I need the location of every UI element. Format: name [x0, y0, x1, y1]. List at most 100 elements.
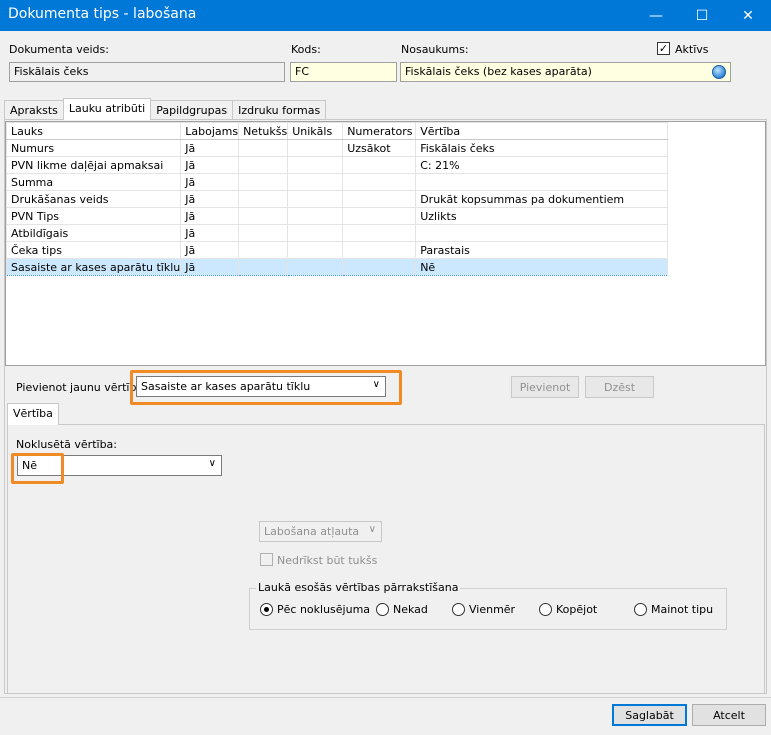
cell — [238, 156, 289, 174]
overwrite-group-title: Laukā esošās vērtības pārrakstīšana — [256, 581, 461, 594]
cell — [342, 190, 417, 208]
minimize-icon[interactable]: — — [633, 0, 679, 31]
cell — [238, 173, 289, 191]
cell: Uzsākot — [342, 139, 417, 157]
cell: Drukāšanas veids — [6, 190, 182, 208]
table-row[interactable]: Čeka tips Jā Parastais — [6, 241, 669, 259]
name-label: Nosaukums: — [401, 43, 469, 56]
main-tabs: Apraksts Lauku atribūti Papildgrupas Izd… — [4, 98, 327, 120]
code-label: Kods: — [291, 43, 321, 56]
radio-label: Kopējot — [556, 603, 598, 616]
cell — [238, 207, 289, 225]
cell: Jā — [180, 156, 240, 174]
chevron-down-icon: ∨ — [208, 458, 216, 469]
grid-header-row: Lauks Labojams Netukšs Unikāls Numerator… — [6, 122, 669, 140]
col-labojams[interactable]: Labojams — [180, 122, 240, 140]
table-row[interactable]: PVN Tips Jā Uzlikts — [6, 207, 669, 225]
radio-mainot-tipu[interactable] — [634, 603, 647, 616]
cell: Uzlikts — [415, 207, 669, 225]
cell: Fiskālais čeks — [415, 139, 669, 157]
not-empty-label: Nedrīkst būt tukšs — [277, 554, 378, 567]
name-field[interactable]: Fiskālais čeks (bez kases aparāta) — [400, 62, 731, 82]
cell: Jā — [180, 224, 240, 242]
radio-kopejot[interactable] — [539, 603, 552, 616]
table-row[interactable]: Summa Jā — [6, 173, 669, 191]
cell — [238, 139, 289, 157]
save-button[interactable]: Saglabāt — [612, 704, 687, 726]
radio-label: Vienmēr — [469, 603, 516, 616]
cell: Jā — [180, 241, 240, 259]
cell — [238, 258, 289, 276]
cell: Atbildīgais — [6, 224, 182, 242]
delete-button[interactable]: Dzēst — [585, 376, 654, 398]
chevron-down-icon: ∨ — [368, 524, 376, 535]
tab-izdruku-formas[interactable]: Izdruku formas — [232, 100, 327, 120]
cell: Summa — [6, 173, 182, 191]
col-numerators[interactable]: Numerators — [342, 122, 417, 140]
radio-nekad[interactable] — [376, 603, 389, 616]
radio-pec-noklusejuma[interactable] — [260, 603, 273, 616]
cell: Jā — [180, 139, 240, 157]
table-row[interactable]: Numurs Jā Uzsākot Fiskālais čeks — [6, 139, 669, 157]
cell: Parastais — [415, 241, 669, 259]
default-value-label: Noklusētā vērtība: — [16, 438, 118, 451]
close-icon[interactable]: ✕ — [725, 0, 771, 31]
cell — [342, 173, 417, 191]
table-row-selected[interactable]: Sasaiste ar kases aparātu tīklu Jā Nē — [6, 258, 669, 276]
fields-grid[interactable]: Lauks Labojams Netukšs Unikāls Numerator… — [5, 121, 766, 366]
maximize-icon[interactable]: ☐ — [679, 0, 725, 31]
add-value-label: Pievienot jaunu vērtību: — [16, 381, 148, 394]
radio-vienmer[interactable] — [452, 603, 465, 616]
col-vertiba[interactable]: Vērtība — [415, 122, 669, 140]
cell — [287, 156, 344, 174]
tab-vertiba[interactable]: Vērtība — [7, 403, 59, 425]
value-tabs: Vērtība — [7, 403, 59, 425]
add-button[interactable]: Pievienot — [511, 376, 579, 398]
cell — [238, 224, 289, 242]
cell: PVN Tips — [6, 207, 182, 225]
cell — [287, 207, 344, 225]
cell — [287, 139, 344, 157]
active-checkbox[interactable]: ✓ — [657, 42, 670, 55]
window-title: Dokumenta tips - labošana — [8, 6, 197, 22]
doc-type-field[interactable]: Fiskālais čeks — [9, 62, 285, 82]
cell — [415, 173, 669, 191]
cell: Numurs — [6, 139, 182, 157]
active-label: Aktīvs — [675, 43, 709, 56]
col-unikals[interactable]: Unikāls — [287, 122, 344, 140]
table-row[interactable]: Drukāšanas veids Jā Drukāt kopsummas pa … — [6, 190, 669, 208]
highlight-add-value — [130, 370, 402, 405]
tab-papildgrupas[interactable]: Papildgrupas — [150, 100, 234, 120]
cell: Sasaiste ar kases aparātu tīklu — [6, 258, 182, 276]
code-field[interactable]: FC — [290, 62, 397, 82]
cell — [287, 173, 344, 191]
cell: Jā — [180, 190, 240, 208]
edit-mode-select[interactable]: Labošana atļauta ∨ — [259, 521, 382, 542]
cell: C: 21% — [415, 156, 669, 174]
cell — [238, 241, 289, 259]
tab-lauku-atributi[interactable]: Lauku atribūti — [62, 98, 152, 120]
globe-icon[interactable] — [712, 65, 726, 79]
cell: Jā — [180, 173, 240, 191]
col-lauks[interactable]: Lauks — [6, 122, 182, 140]
tab-apraksts[interactable]: Apraksts — [4, 100, 64, 120]
cell: Jā — [180, 207, 240, 225]
cell — [287, 224, 344, 242]
col-netukss[interactable]: Netukšs — [238, 122, 289, 140]
table-row[interactable]: PVN likme daļējai apmaksai Jā C: 21% — [6, 156, 669, 174]
not-empty-checkbox[interactable] — [260, 553, 273, 566]
cell — [287, 258, 344, 276]
title-bar: Dokumenta tips - labošana — ☐ ✕ — [0, 0, 771, 31]
cancel-button[interactable]: Atcelt — [692, 704, 766, 726]
cell — [415, 224, 669, 242]
edit-mode-selected: Labošana atļauta — [264, 525, 360, 538]
cell: PVN likme daļējai apmaksai — [6, 156, 182, 174]
cell — [342, 156, 417, 174]
radio-label: Nekad — [393, 603, 428, 616]
table-row[interactable]: Atbildīgais Jā — [6, 224, 669, 242]
cell — [342, 241, 417, 259]
cell — [287, 241, 344, 259]
doc-type-label: Dokumenta veids: — [9, 43, 109, 56]
radio-label: Mainot tipu — [651, 603, 714, 616]
radio-label: Pēc noklusējuma — [277, 603, 371, 616]
